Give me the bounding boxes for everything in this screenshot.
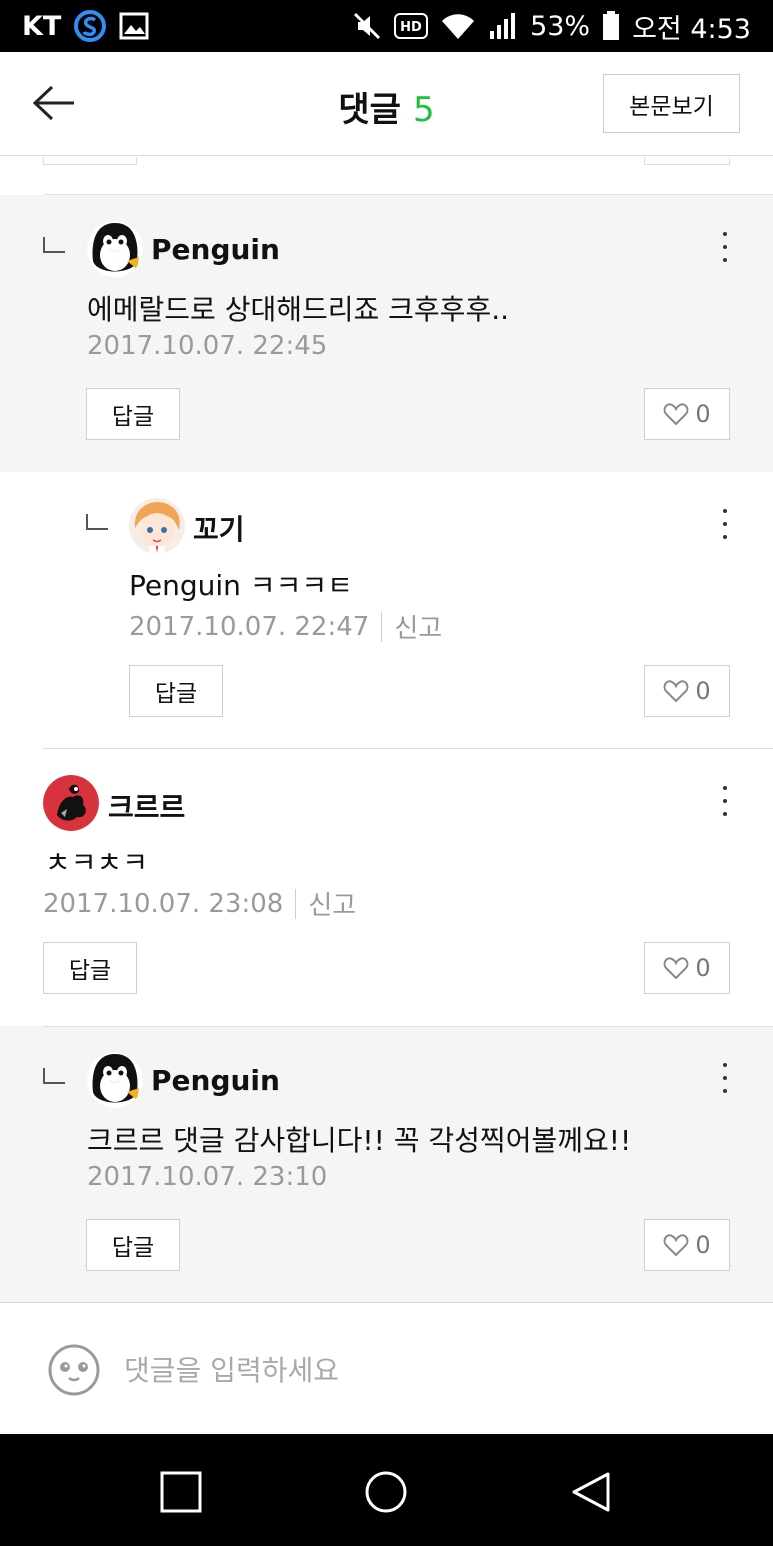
like-count: 0	[695, 954, 711, 982]
comment-text: 크르르 댓글 감사합니다!! 꼭 각성찍어볼께요!!	[87, 1124, 632, 1157]
view-post-button[interactable]: 본문보기	[603, 74, 740, 133]
comment-author[interactable]: Penguin	[151, 233, 280, 266]
more-options-button[interactable]	[715, 1058, 735, 1098]
reply-button[interactable]: 답글	[43, 942, 137, 994]
comment-input[interactable]: 댓글을 입력하세요	[124, 1349, 339, 1389]
like-count: 0	[695, 400, 711, 428]
comment-date: 2017.10.07. 23:08	[43, 888, 284, 919]
like-button[interactable]: 0	[644, 1219, 730, 1271]
back-icon	[572, 1472, 610, 1512]
comment-text: ㅊㅋㅊㅋ	[45, 846, 149, 879]
meta-separator	[381, 611, 383, 642]
comment-text: Penguin ㅋㅋㅋㅌ	[129, 569, 353, 602]
battery-icon	[602, 11, 620, 41]
like-count: 0	[695, 677, 711, 705]
battery-percent: 53%	[530, 10, 591, 42]
like-button[interactable]: 0	[644, 665, 730, 717]
reply-button[interactable]: 답글	[86, 1219, 180, 1271]
heart-icon	[663, 1234, 689, 1257]
reply-button[interactable]: 답글	[129, 665, 223, 717]
svg-text:HD: HD	[400, 20, 422, 35]
comment-author[interactable]: 꼬기	[193, 508, 245, 548]
comment-date: 2017.10.07. 23:10	[87, 1162, 328, 1192]
sticker-face-icon	[48, 1344, 100, 1396]
more-options-button[interactable]	[715, 781, 735, 821]
comment-count: 5	[412, 90, 435, 130]
more-options-button[interactable]	[715, 504, 735, 544]
comment-item: Penguin 에메랄드로 상대해드리죠 크후후후.. 2017.10.07. …	[0, 195, 773, 472]
samsung-s-icon	[73, 9, 107, 43]
meta-separator	[295, 888, 297, 919]
comment-author[interactable]: Penguin	[151, 1064, 280, 1097]
like-button[interactable]: 0	[644, 388, 730, 440]
comment-list[interactable]: Penguin 에메랄드로 상대해드리죠 크후후후.. 2017.10.07. …	[0, 157, 773, 1302]
red-dragon-avatar[interactable]	[43, 775, 99, 831]
more-options-button[interactable]	[715, 227, 735, 267]
hd-icon: HD	[394, 13, 429, 39]
comment-date: 2017.10.07. 22:45	[87, 331, 328, 361]
header: 댓글 5 본문보기	[0, 52, 773, 156]
recent-apps-button[interactable]	[157, 1468, 205, 1516]
previous-comment-peek	[0, 157, 773, 195]
anime-girl-avatar[interactable]	[129, 498, 185, 554]
heart-icon	[663, 680, 689, 703]
comment-meta: 2017.10.07. 22:47 신고	[129, 608, 442, 645]
mute-icon	[352, 11, 382, 41]
comment-meta: 2017.10.07. 22:45	[87, 331, 327, 361]
like-button[interactable]: 0	[644, 942, 730, 994]
peek-reply-button[interactable]	[43, 157, 137, 165]
comment-meta: 2017.10.07. 23:10	[87, 1162, 327, 1192]
report-link[interactable]: 신고	[308, 885, 356, 922]
comment-item: Penguin 크르르 댓글 감사합니다!! 꼭 각성찍어볼께요!! 2017.…	[0, 1026, 773, 1302]
heart-icon	[663, 957, 689, 980]
reply-indicator-icon	[86, 514, 108, 530]
comment-input-bar[interactable]: 댓글을 입력하세요	[0, 1302, 773, 1434]
home-button[interactable]	[362, 1468, 410, 1516]
report-link[interactable]: 신고	[394, 608, 442, 645]
clock: 오전 4:53	[632, 13, 751, 45]
gallery-icon	[119, 12, 149, 40]
penguin-avatar[interactable]	[87, 1052, 143, 1108]
reply-indicator-icon	[43, 1068, 65, 1084]
comment-date: 2017.10.07. 22:47	[129, 611, 370, 642]
reply-button[interactable]: 답글	[86, 388, 180, 440]
status-bar: KT HD 53% 오전 4:53	[0, 0, 773, 52]
home-icon	[365, 1471, 407, 1513]
carrier-label: KT	[22, 10, 62, 42]
comment-text: 에메랄드로 상대해드리죠 크후후후..	[87, 293, 510, 326]
title-label: 댓글	[338, 90, 401, 130]
divider	[43, 1026, 773, 1027]
comment-meta: 2017.10.07. 23:08 신고	[43, 885, 356, 922]
reply-indicator-icon	[43, 237, 65, 253]
heart-icon	[663, 403, 689, 426]
penguin-avatar[interactable]	[87, 221, 143, 277]
comment-item: 크르르 ㅊㅋㅊㅋ 2017.10.07. 23:08 신고 답글 0	[0, 749, 773, 1026]
wifi-icon	[440, 11, 476, 41]
signal-icon	[488, 11, 518, 41]
system-back-button[interactable]	[568, 1468, 616, 1516]
comment-item: 꼬기 Penguin ㅋㅋㅋㅌ 2017.10.07. 22:47 신고 답글 …	[0, 472, 773, 749]
recent-apps-icon	[160, 1471, 202, 1513]
comment-author[interactable]: 크르르	[108, 786, 185, 826]
navigation-bar	[0, 1434, 773, 1546]
like-count: 0	[695, 1231, 711, 1259]
peek-like-button[interactable]	[644, 157, 730, 165]
emoticon-button[interactable]	[47, 1343, 101, 1397]
